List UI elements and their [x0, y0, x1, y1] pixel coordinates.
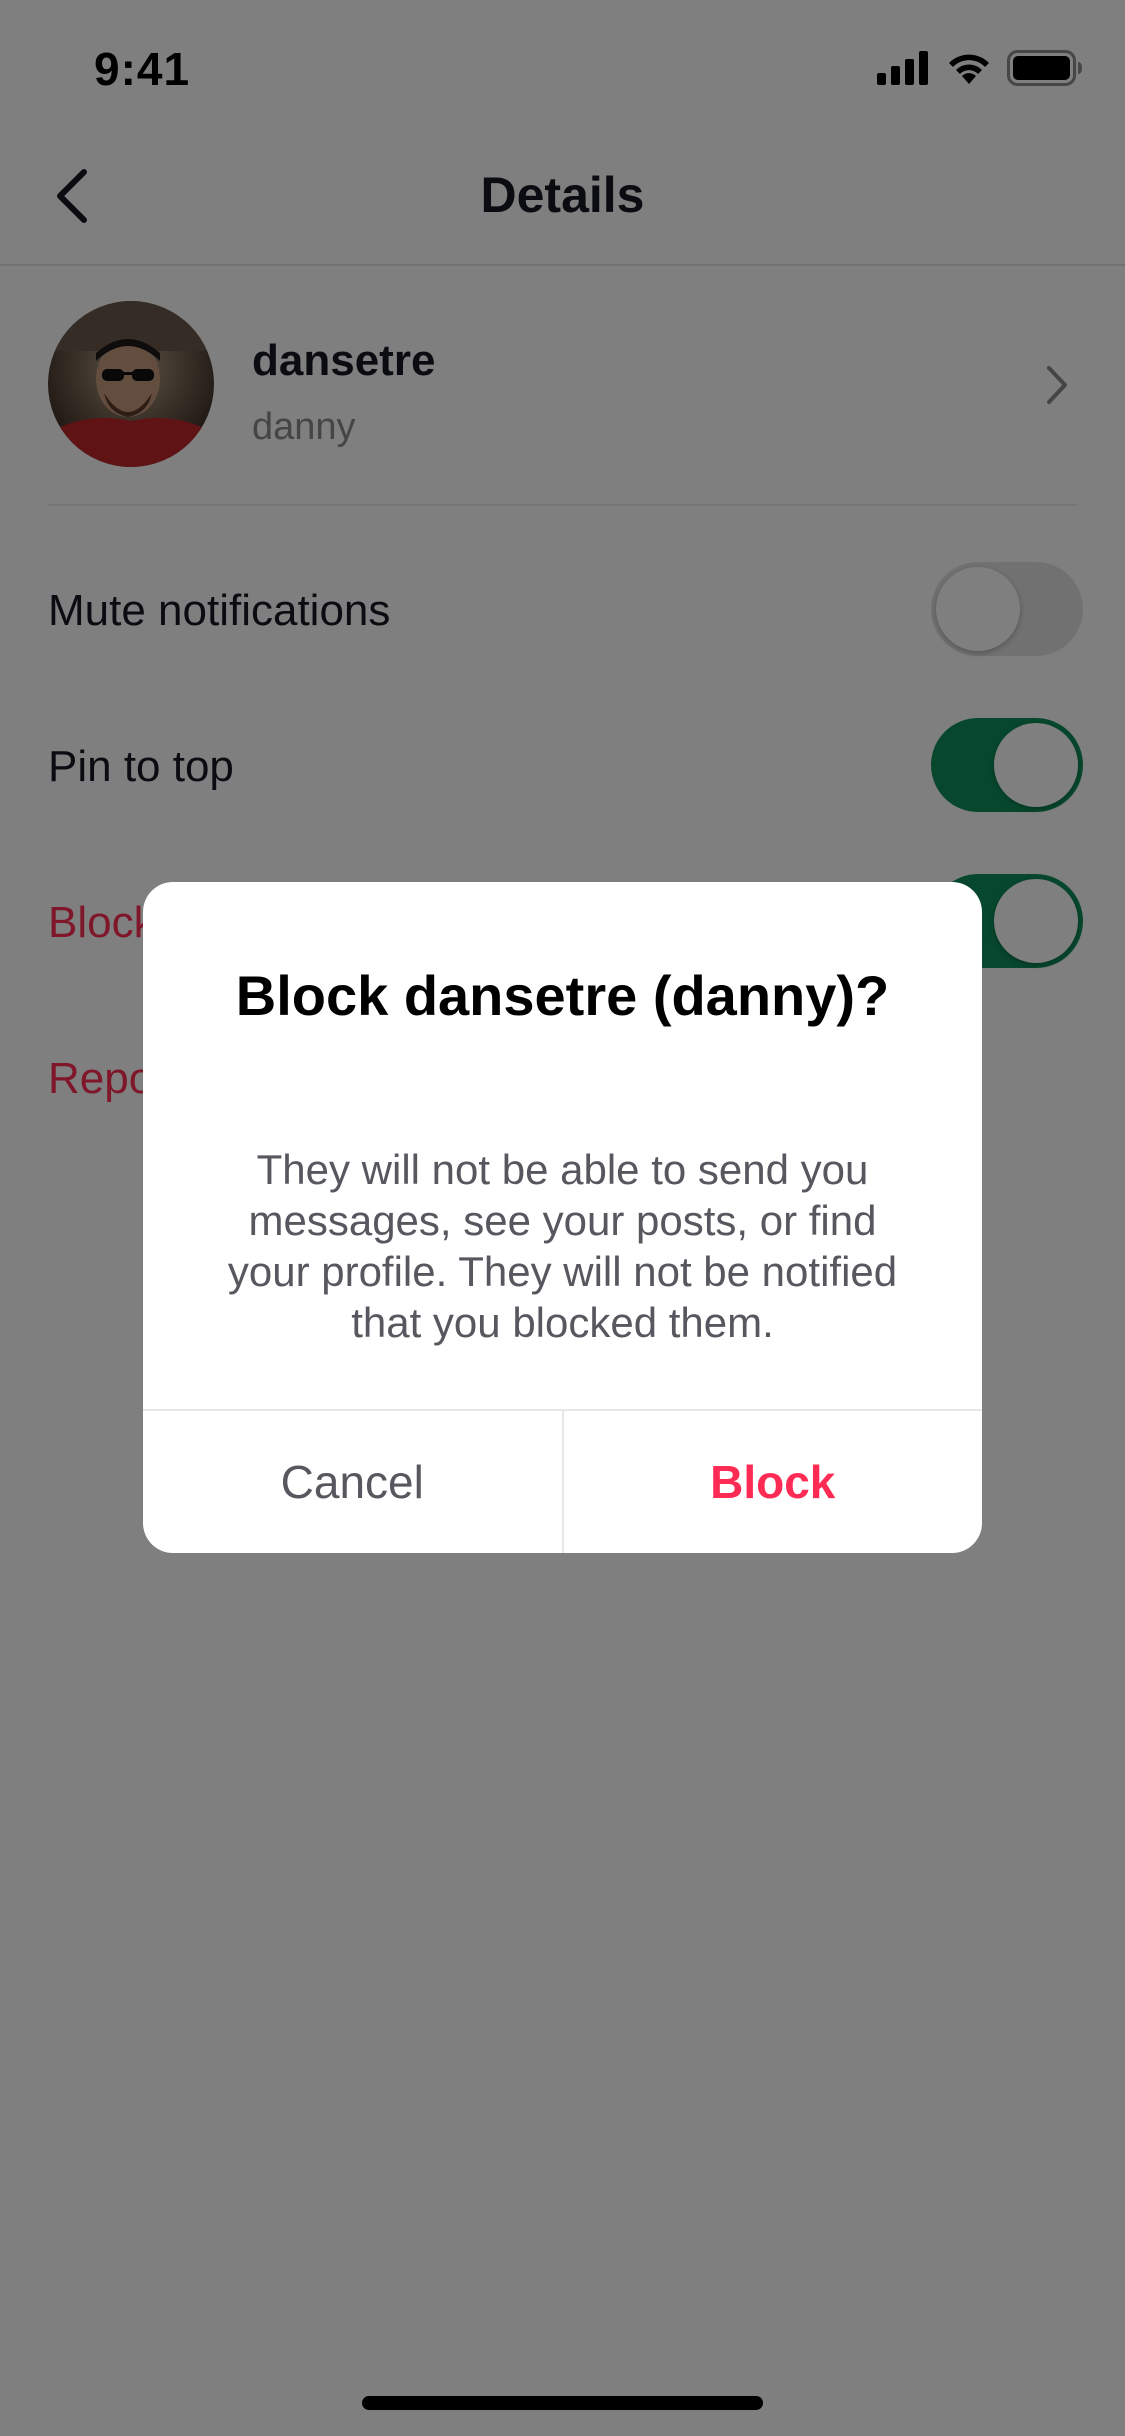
dialog-actions: Cancel Block [143, 1409, 982, 1553]
block-button[interactable]: Block [564, 1411, 983, 1553]
cancel-button[interactable]: Cancel [143, 1411, 564, 1553]
home-indicator[interactable] [362, 2396, 763, 2410]
block-confirm-dialog: Block dansetre (danny)? They will not be… [143, 882, 982, 1553]
dialog-title: Block dansetre (danny)? [235, 964, 890, 1027]
dialog-message: They will not be able to send you messag… [227, 1146, 898, 1346]
